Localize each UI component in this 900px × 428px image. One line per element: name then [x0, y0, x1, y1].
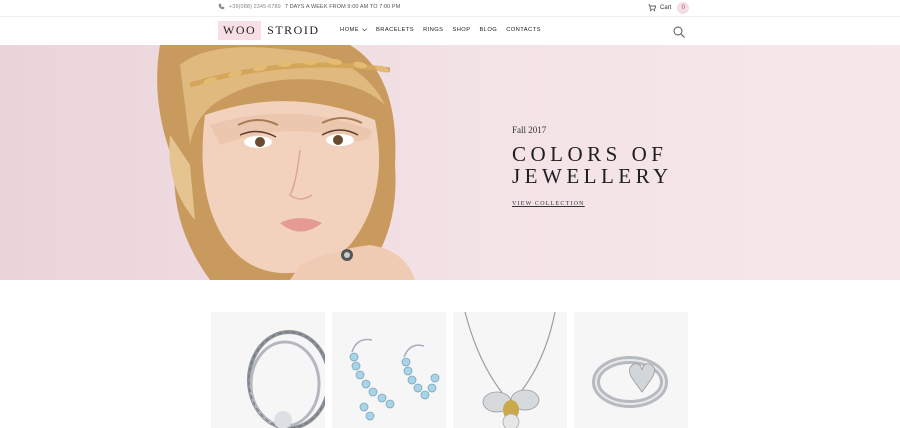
- main-nav: HOME BRACELETS RINGS SHOP BLOG CONTACTS: [340, 27, 541, 33]
- product-grid: [211, 312, 688, 428]
- hero-title-line1: COLORS OF: [512, 142, 668, 166]
- phone-icon: [218, 3, 225, 10]
- product-card[interactable]: [332, 312, 446, 428]
- nav-item-shop[interactable]: SHOP: [452, 27, 470, 33]
- hero-text-block: Fall 2017 COLORS OF JEWELLERY VIEW COLLE…: [512, 125, 673, 210]
- bee-pendant-necklace-image: [464, 312, 556, 428]
- contact-info: +38(088) 2345-6789 7 DAYS A WEEK FROM 9:…: [218, 3, 400, 10]
- nav-item-rings[interactable]: RINGS: [423, 27, 443, 33]
- nav-item-home-label: HOME: [340, 27, 359, 33]
- crystal-hoop-earrings-image: [349, 338, 440, 421]
- chevron-down-icon: [362, 28, 367, 32]
- nav-item-blog[interactable]: BLOG: [479, 27, 497, 33]
- search-icon[interactable]: [672, 25, 686, 39]
- chain-bracelet-image: [247, 330, 325, 428]
- cart-count-badge: 0: [677, 2, 690, 14]
- product-card[interactable]: [574, 312, 688, 428]
- nav-item-home[interactable]: HOME: [340, 27, 367, 33]
- nav-item-bracelets[interactable]: BRACELETS: [376, 27, 414, 33]
- product-card[interactable]: [453, 312, 567, 428]
- hero-title-line2: JEWELLERY: [512, 164, 673, 188]
- site-header: WOO STROID HOME BRACELETS RINGS SHOP BLO…: [0, 16, 900, 45]
- logo-stroid: STROID: [267, 23, 320, 37]
- logo-woo: WOO: [218, 21, 262, 40]
- heart-tag-ring-image: [592, 356, 668, 408]
- cart-button[interactable]: Cart 0: [648, 2, 690, 14]
- hero-eyebrow: Fall 2017: [512, 125, 547, 135]
- cart-icon: [648, 4, 656, 12]
- product-card[interactable]: [211, 312, 325, 428]
- model-portrait-image: [157, 45, 415, 280]
- hero-banner: Fall 2017 COLORS OF JEWELLERY VIEW COLLE…: [0, 45, 900, 280]
- site-logo[interactable]: WOO STROID: [218, 21, 320, 40]
- nav-item-contacts[interactable]: CONTACTS: [506, 27, 541, 33]
- cart-label: Cart: [660, 5, 672, 11]
- view-collection-link[interactable]: VIEW COLLECTION: [512, 201, 585, 207]
- opening-hours: 7 DAYS A WEEK FROM 9:00 AM TO 7:00 PM: [284, 3, 401, 10]
- top-bar: +38(088) 2345-6789 7 DAYS A WEEK FROM 9:…: [0, 0, 900, 16]
- hero-title: COLORS OF JEWELLERY: [512, 143, 673, 187]
- phone-number[interactable]: +38(088) 2345-6789: [229, 4, 281, 10]
